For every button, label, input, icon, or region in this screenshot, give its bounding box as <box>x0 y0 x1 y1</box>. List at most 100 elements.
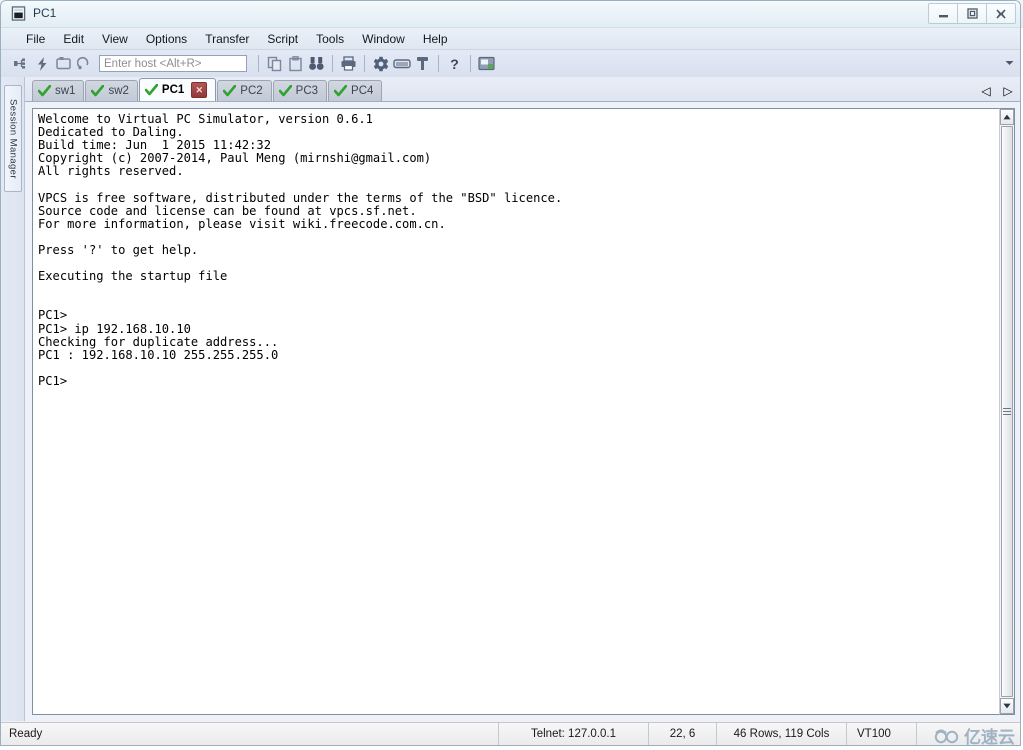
toolbar-overflow-button[interactable] <box>1004 58 1014 68</box>
key-button[interactable] <box>412 53 433 74</box>
main-body: Session Manager sw1 sw2 PC1 ✕ PC2 PC3 PC… <box>1 77 1020 721</box>
left-sidebar: Session Manager <box>1 77 25 721</box>
window-controls <box>928 3 1016 24</box>
host-input[interactable]: Enter host <Alt+R> <box>99 55 247 72</box>
terminal-scrollbar[interactable] <box>999 108 1015 715</box>
session-tab-pc1[interactable]: PC1 ✕ <box>138 78 217 101</box>
toolbar-separator <box>470 55 471 72</box>
session-manager-button[interactable] <box>476 53 497 74</box>
session-tab-sw2[interactable]: sw2 <box>85 80 138 101</box>
menu-edit[interactable]: Edit <box>54 30 93 48</box>
session-tab-label: sw2 <box>108 85 129 97</box>
print-button[interactable] <box>338 53 359 74</box>
paste-icon <box>289 55 302 71</box>
minimize-button[interactable] <box>928 3 958 24</box>
chevron-down-icon <box>1005 61 1013 65</box>
connected-check-icon <box>144 84 158 96</box>
minimize-icon <box>938 15 948 18</box>
session-tab-label: sw1 <box>55 85 76 97</box>
connect-icon <box>14 58 25 69</box>
scrollbar-thumb[interactable] <box>1001 126 1013 697</box>
status-ready: Ready <box>9 728 43 740</box>
menu-transfer[interactable]: Transfer <box>196 30 258 48</box>
terminal-screen[interactable]: Welcome to Virtual PC Simulator, version… <box>32 108 999 715</box>
status-connection: Telnet: 127.0.0.1 <box>498 723 648 745</box>
arrow-down-icon <box>1003 703 1011 709</box>
find-button[interactable] <box>306 53 327 74</box>
status-emulation: VT100 <box>846 723 916 745</box>
status-trailing <box>916 723 1020 745</box>
keyboard-icon <box>392 59 411 69</box>
session-tab-close-button[interactable]: ✕ <box>191 82 208 98</box>
connected-check-icon <box>278 85 292 97</box>
session-tab-pc4[interactable]: PC4 <box>328 80 383 101</box>
menu-view[interactable]: View <box>93 30 137 48</box>
close-icon <box>996 8 1006 19</box>
key-icon <box>417 56 428 70</box>
session-tab-pc3[interactable]: PC3 <box>272 80 328 101</box>
tab-navigation: ◁ ▷ <box>980 84 1014 98</box>
securecrt-window: PC1 File Edit View Options Transfer Scri… <box>0 0 1021 746</box>
menu-help[interactable]: Help <box>414 30 457 48</box>
terminal-wrapper: Welcome to Virtual PC Simulator, version… <box>25 102 1020 721</box>
paste-button[interactable] <box>285 53 306 74</box>
reconnect-icon <box>76 56 88 70</box>
help-button[interactable]: ? <box>444 53 465 74</box>
scrollbar-track[interactable] <box>1000 125 1014 698</box>
menu-options[interactable]: Options <box>137 30 196 48</box>
content-area: sw1 sw2 PC1 ✕ PC2 PC3 PC4 ◁ ▷ Welcome to… <box>25 77 1020 721</box>
connected-check-icon <box>223 85 237 97</box>
session-tab-sw1[interactable]: sw1 <box>32 80 85 101</box>
copy-button[interactable] <box>264 53 285 74</box>
connected-check-icon <box>334 85 348 97</box>
session-manager-tab[interactable]: Session Manager <box>4 85 22 192</box>
host-placeholder-text: Enter host <Alt+R> <box>104 57 202 70</box>
session-tab-pc2[interactable]: PC2 <box>217 80 272 101</box>
scroll-up-button[interactable] <box>1000 109 1014 125</box>
toolbar: Enter host <Alt+R> ? <box>1 50 1020 78</box>
svg-text:?: ? <box>450 56 459 72</box>
status-dimensions: 46 Rows, 119 Cols <box>716 723 846 745</box>
connect-in-tab-icon <box>56 57 71 70</box>
terminal-window-icon <box>11 6 26 21</box>
quick-connect-button[interactable] <box>32 53 53 74</box>
menu-bar: File Edit View Options Transfer Script T… <box>1 28 1020 50</box>
connect-button[interactable] <box>11 53 32 74</box>
print-icon <box>341 56 356 71</box>
tab-next-button[interactable]: ▷ <box>1002 84 1014 98</box>
connect-in-tab-button[interactable] <box>53 53 74 74</box>
close-button[interactable] <box>986 3 1016 24</box>
menu-tools[interactable]: Tools <box>307 30 353 48</box>
title-bar: PC1 <box>1 1 1020 28</box>
help-icon: ? <box>450 56 459 72</box>
connected-check-icon <box>38 85 51 97</box>
status-spacer <box>50 723 498 745</box>
scroll-down-button[interactable] <box>1000 698 1014 714</box>
toolbar-separator <box>364 55 365 72</box>
toolbar-separator <box>438 55 439 72</box>
session-tab-label: PC3 <box>295 85 319 97</box>
session-manager-icon <box>478 56 495 71</box>
session-tab-label: PC1 <box>161 84 185 96</box>
session-manager-label: Session Manager <box>7 98 19 179</box>
restore-icon <box>966 8 978 19</box>
session-tab-label: PC4 <box>351 85 374 97</box>
restore-button[interactable] <box>957 3 987 24</box>
terminal-output: Welcome to Virtual PC Simulator, version… <box>38 112 563 388</box>
settings-button[interactable] <box>370 53 391 74</box>
tab-prev-button[interactable]: ◁ <box>980 84 992 98</box>
status-cursor-position: 22, 6 <box>648 723 716 745</box>
status-bar: Ready Telnet: 127.0.0.1 22, 6 46 Rows, 1… <box>1 722 1020 745</box>
toolbar-separator <box>332 55 333 72</box>
session-tab-label: PC2 <box>240 85 263 97</box>
find-icon <box>309 56 324 70</box>
menu-script[interactable]: Script <box>258 30 307 48</box>
menu-file[interactable]: File <box>17 30 54 48</box>
session-tab-strip: sw1 sw2 PC1 ✕ PC2 PC3 PC4 ◁ ▷ <box>25 77 1020 102</box>
window-title: PC1 <box>33 6 57 20</box>
keyboard-button[interactable] <box>391 53 412 74</box>
menu-window[interactable]: Window <box>353 30 414 48</box>
quick-connect-icon <box>38 56 47 71</box>
arrow-up-icon <box>1003 114 1011 120</box>
reconnect-button[interactable] <box>74 53 95 74</box>
